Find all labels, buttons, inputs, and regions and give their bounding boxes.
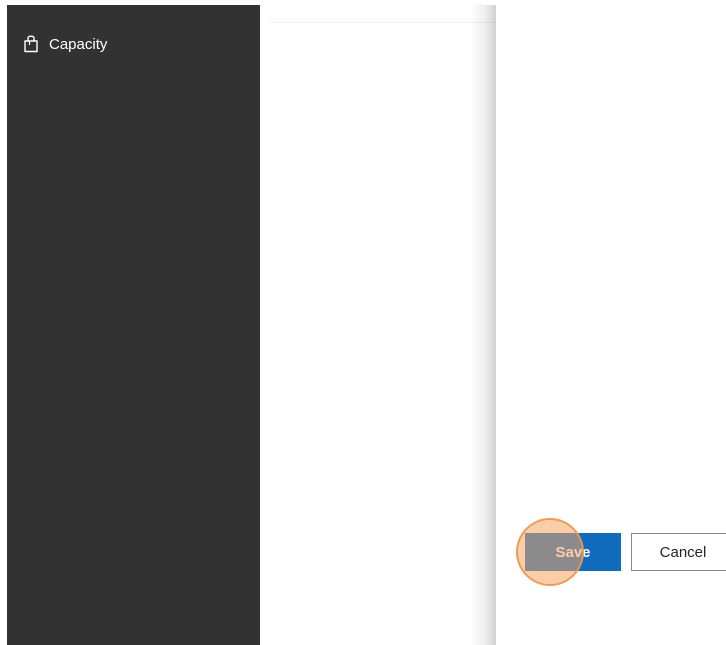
app-window: Capacity Save Cancel xyxy=(0,0,726,645)
nav-item-capacity[interactable]: Capacity xyxy=(23,30,107,58)
shopping-bag-icon xyxy=(23,35,39,53)
left-navigation-pane: Capacity xyxy=(7,5,260,645)
panel-shadow xyxy=(470,5,496,645)
save-button[interactable]: Save xyxy=(525,533,621,571)
main-content-area xyxy=(260,5,496,645)
nav-item-label: Capacity xyxy=(49,35,108,53)
divider xyxy=(270,22,496,23)
cancel-button[interactable]: Cancel xyxy=(631,533,726,571)
